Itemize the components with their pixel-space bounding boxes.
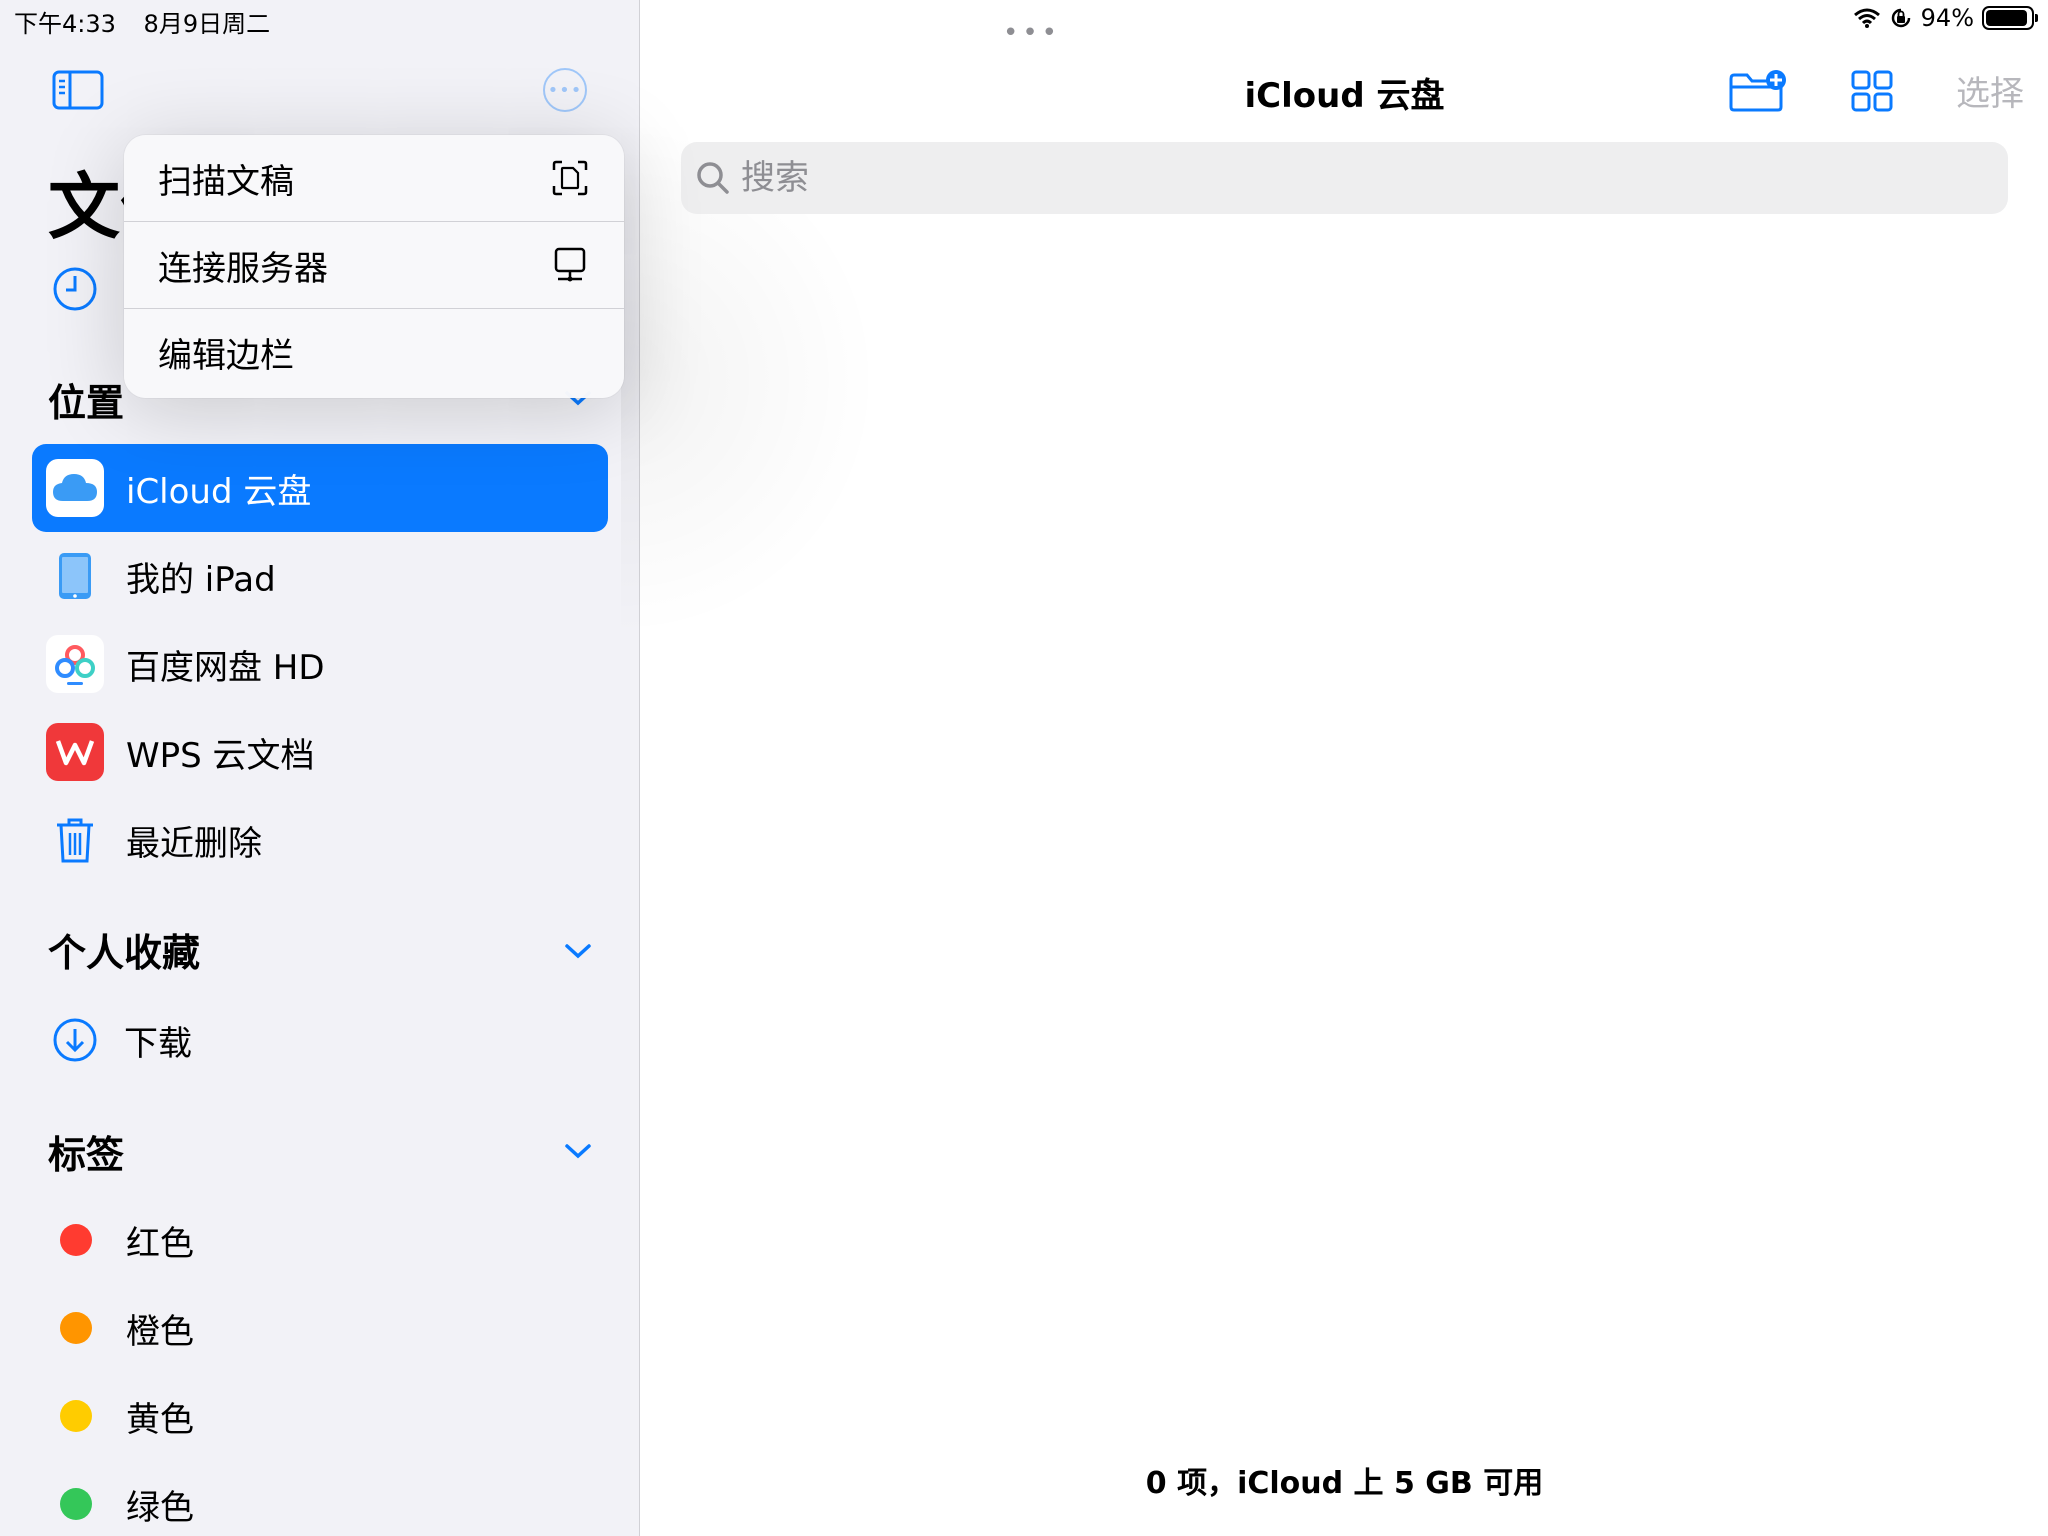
menu-item-connect-server[interactable]: 连接服务器 xyxy=(124,222,624,309)
sidebar-item-baidu[interactable]: 百度网盘 HD xyxy=(32,620,608,708)
tag-label: 红色 xyxy=(126,1223,194,1264)
tag-item-green[interactable]: 绿色 xyxy=(48,1469,588,1536)
menu-item-label: 扫描文稿 xyxy=(158,161,294,202)
menu-item-label: 连接服务器 xyxy=(158,248,328,289)
sidebar-item-label: 下载 xyxy=(124,1023,192,1064)
sidebar-item-downloads[interactable]: 下载 xyxy=(48,1005,588,1075)
chevron-down-icon[interactable] xyxy=(563,941,593,961)
sidebar-item-my-ipad[interactable]: 我的 iPad xyxy=(32,532,608,620)
select-button[interactable]: 选择 xyxy=(1956,66,2024,115)
status-date: 8月9日周二 xyxy=(143,10,271,38)
more-options-button[interactable]: ••• xyxy=(543,68,587,112)
battery-fill xyxy=(1986,10,2028,26)
status-time: 下午4:33 xyxy=(14,10,116,38)
tag-color-dot xyxy=(60,1488,92,1520)
tag-color-dot xyxy=(60,1312,92,1344)
menu-item-scan-document[interactable]: 扫描文稿 xyxy=(124,135,624,222)
tag-label: 黄色 xyxy=(126,1399,194,1440)
wps-icon xyxy=(46,723,104,781)
tag-color-dot xyxy=(60,1400,92,1432)
more-options-menu: 扫描文稿 连接服务器 编辑边栏 xyxy=(124,135,624,398)
main-content: ••• 94% iCloud 云盘 选择 搜索 0 项，iCloud 上 5 G… xyxy=(621,0,2048,1536)
tag-label: 绿色 xyxy=(126,1487,194,1528)
icloud-icon xyxy=(46,459,104,517)
section-header-favorites: 个人收藏 xyxy=(48,931,201,975)
search-icon xyxy=(697,162,729,194)
battery-icon xyxy=(1982,6,2038,30)
battery-percent: 94% xyxy=(1920,4,1974,32)
sidebar-item-label: 百度网盘 HD xyxy=(126,647,325,688)
multitasking-dots[interactable]: ••• xyxy=(1003,18,1061,48)
menu-item-label: 编辑边栏 xyxy=(158,336,294,376)
status-bar-right: 94% xyxy=(1845,4,2038,32)
grid-view-icon[interactable] xyxy=(1850,69,1894,113)
tag-item-yellow[interactable]: 黄色 xyxy=(48,1381,588,1451)
storage-footer: 0 项，iCloud 上 5 GB 可用 xyxy=(1145,1466,1544,1501)
search-input[interactable] xyxy=(741,158,1941,198)
new-folder-icon[interactable] xyxy=(1728,69,1788,113)
sidebar-item-label: 最近删除 xyxy=(126,823,262,864)
status-bar-left: 下午4:33 8月9日周二 xyxy=(14,4,290,39)
ipad-icon xyxy=(46,547,104,605)
orientation-lock-icon xyxy=(1891,8,1910,28)
section-header-locations: 位置 xyxy=(48,381,125,425)
tag-label: 橙色 xyxy=(126,1311,194,1352)
sidebar-item-label: iCloud 云盘 xyxy=(126,471,312,512)
toolbar: 选择 xyxy=(1666,66,2024,115)
ellipsis-icon: ••• xyxy=(547,79,583,101)
sidebar-toggle-button[interactable] xyxy=(52,70,104,110)
connect-server-icon xyxy=(554,247,586,282)
sidebar-item-wps[interactable]: WPS 云文档 xyxy=(32,708,608,796)
baidu-netdisk-icon xyxy=(46,635,104,693)
sidebar-item-label: WPS 云文档 xyxy=(126,735,315,776)
sidebar-icon xyxy=(52,70,104,110)
sidebar-title: 文件 xyxy=(48,165,126,249)
sidebar-item-icloud[interactable]: iCloud 云盘 xyxy=(32,444,608,532)
sidebar-item-label: 我的 iPad xyxy=(126,559,276,600)
chevron-down-icon[interactable] xyxy=(563,1141,593,1161)
scan-document-icon xyxy=(552,160,588,196)
tag-color-dot xyxy=(60,1224,92,1256)
recents-button[interactable] xyxy=(52,266,98,312)
menu-item-edit-sidebar[interactable]: 编辑边栏 xyxy=(124,309,624,396)
tag-item-orange[interactable]: 橙色 xyxy=(48,1293,588,1363)
trash-icon xyxy=(46,811,104,869)
tag-item-red[interactable]: 红色 xyxy=(48,1205,588,1275)
download-icon xyxy=(48,1013,102,1067)
sidebar-item-recently-deleted[interactable]: 最近删除 xyxy=(32,796,608,884)
search-bar[interactable] xyxy=(681,142,2008,214)
clock-icon xyxy=(53,267,97,311)
wifi-icon xyxy=(1853,8,1880,28)
section-header-tags: 标签 xyxy=(48,1133,125,1177)
